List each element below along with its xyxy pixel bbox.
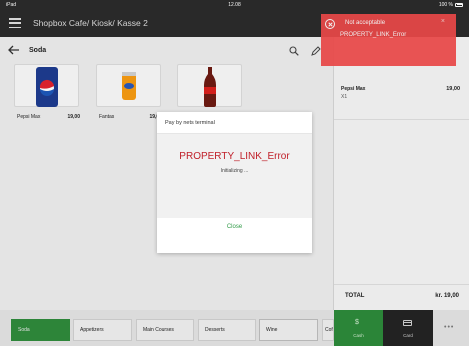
payment-dialog: Pay by nets terminal PROPERTY_LINK_Error…	[157, 112, 312, 253]
dialog-status: Initializing ...	[220, 168, 249, 174]
toast-title: Not acceptable	[345, 20, 386, 26]
dialog-error-message: PROPERTY_LINK_Error	[179, 151, 290, 162]
close-icon[interactable]: ×	[441, 18, 445, 25]
dialog-close-button[interactable]: Close	[157, 224, 312, 230]
dialog-body: PROPERTY_LINK_Error Initializing ...	[157, 134, 312, 218]
dialog-header: Pay by nets terminal	[157, 112, 312, 134]
dialog-title: Pay by nets terminal	[165, 120, 215, 126]
error-x-icon	[325, 19, 335, 29]
toast-message: PROPERTY_LINK_Error	[340, 32, 407, 38]
error-toast[interactable]: Not acceptable PROPERTY_LINK_Error ×	[321, 14, 456, 66]
